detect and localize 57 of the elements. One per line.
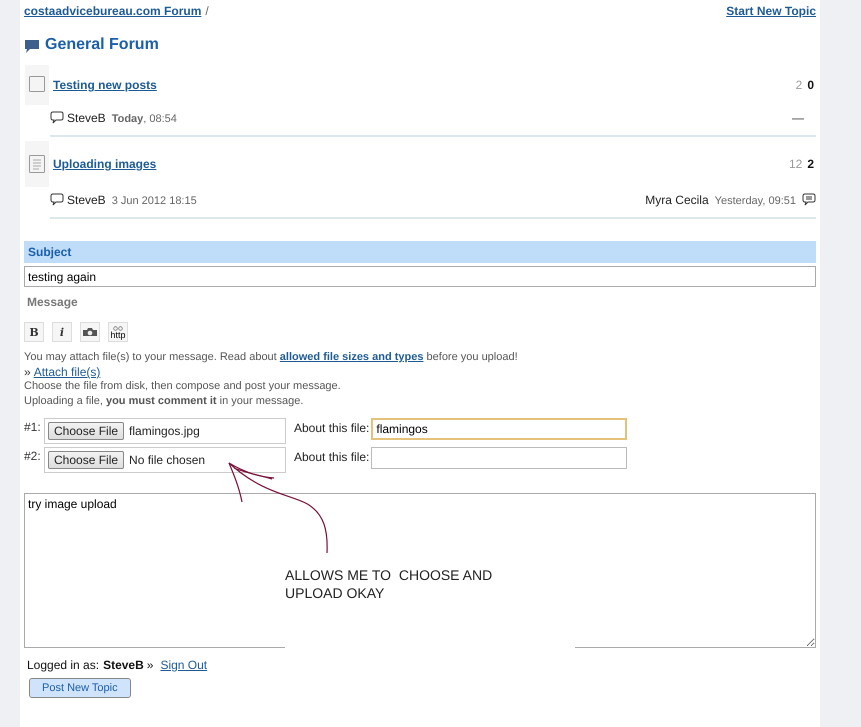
image-button[interactable] bbox=[80, 322, 100, 342]
view-count: 0 bbox=[807, 78, 814, 92]
rings-icon bbox=[113, 326, 123, 330]
message-label: Message bbox=[27, 295, 79, 309]
logged-in-label: Logged in as: bbox=[27, 658, 100, 672]
upload-hint: Uploading a file, you must comment it in your message. bbox=[24, 394, 304, 409]
reply-count: 2 bbox=[796, 78, 802, 92]
author-name: SteveB bbox=[67, 110, 106, 124]
start-topic-link[interactable]: Start New Topic bbox=[726, 4, 816, 18]
reply-count: 12 bbox=[788, 157, 802, 171]
sign-out-link[interactable]: Sign Out bbox=[160, 658, 208, 672]
upload-hint: Choose the file from disk, then compose and post your message. bbox=[24, 379, 342, 394]
italic-button[interactable]: i bbox=[52, 322, 72, 342]
choose-file-button[interactable]: Choose File bbox=[48, 451, 124, 469]
last-post-date: Yesterday, 09:51 bbox=[714, 194, 796, 207]
no-reply-mark: — bbox=[792, 110, 805, 124]
view-count: 2 bbox=[807, 157, 814, 171]
file-types-link[interactable]: allowed file sizes and types bbox=[280, 351, 424, 363]
file-number: #2: bbox=[24, 448, 42, 463]
annotation-text: ALLOWS ME TO CHOOSE AND bbox=[285, 566, 494, 584]
attach-files-link[interactable]: Attach file(s) bbox=[34, 365, 100, 379]
speech-bubble-icon bbox=[50, 193, 64, 206]
topic-link[interactable]: Uploading images bbox=[50, 157, 156, 171]
forum-icon bbox=[24, 38, 40, 54]
camera-icon bbox=[82, 327, 98, 337]
breadcrumb-separator: / bbox=[205, 4, 209, 18]
annotation-text: UPLOAD OKAY bbox=[285, 584, 386, 602]
bullet-mark: » bbox=[146, 658, 154, 672]
attach-note: You may attach file(s) to your message. Read about allowed file sizes and types before you upload! bbox=[24, 350, 519, 365]
about-field[interactable]: flamingos bbox=[371, 418, 628, 440]
post-date: Today, 08:54 bbox=[112, 112, 177, 125]
author-name: SteveB bbox=[67, 192, 106, 206]
bullet-mark: » bbox=[24, 365, 31, 379]
bold-button[interactable]: B bbox=[24, 322, 44, 342]
topic-icon bbox=[28, 75, 46, 95]
file-field[interactable]: Choose File flamingos.jpg bbox=[44, 418, 286, 444]
forum-link[interactable]: costaadvicebureau.com Forum bbox=[24, 4, 202, 18]
topic-link[interactable]: Testing new posts bbox=[50, 78, 157, 92]
file-number: #1: bbox=[24, 419, 42, 434]
about-label: About this file: bbox=[294, 420, 370, 435]
speech-bubble-icon bbox=[50, 111, 64, 124]
post-date: 3 Jun 2012 18:15 bbox=[112, 194, 197, 207]
last-poster: Myra Cecila bbox=[645, 192, 709, 206]
about-field[interactable] bbox=[371, 447, 628, 469]
link-button[interactable]: http bbox=[108, 322, 128, 342]
post-topic-button[interactable]: Post New Topic bbox=[29, 678, 131, 698]
choose-file-button[interactable]: Choose File bbox=[48, 422, 124, 440]
file-field[interactable]: Choose File No file chosen bbox=[44, 447, 286, 473]
user-name: SteveB bbox=[103, 658, 144, 672]
file-name: No file chosen bbox=[129, 453, 206, 467]
about-label: About this file: bbox=[294, 449, 370, 464]
subject-label: Subject bbox=[24, 241, 816, 263]
forum-title: General Forum bbox=[45, 36, 159, 54]
document-icon bbox=[28, 154, 46, 174]
subject-field[interactable]: testing again bbox=[24, 266, 816, 287]
speech-bubble-icon bbox=[802, 193, 816, 206]
file-name: flamingos.jpg bbox=[129, 424, 200, 438]
